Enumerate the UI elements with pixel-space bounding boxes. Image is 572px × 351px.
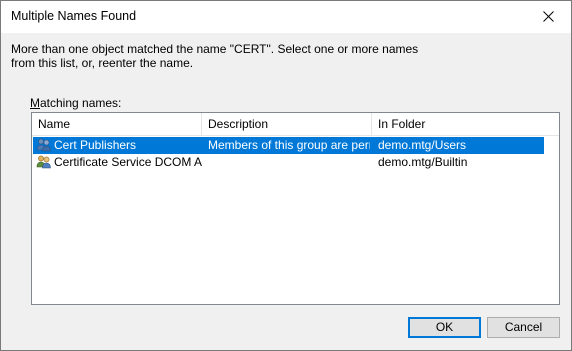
column-header-in-folder[interactable]: In Folder <box>372 113 544 135</box>
cell-description: Members of this group are perm... <box>208 138 370 152</box>
message-line-2: from this list, or, reenter the name. <box>11 56 194 70</box>
matching-label-text: atching names: <box>40 96 122 110</box>
close-button[interactable] <box>525 1 571 32</box>
column-header-description[interactable]: Description <box>202 113 372 135</box>
matching-names-label: Matching names: <box>30 96 121 110</box>
title-bar: Multiple Names Found <box>1 1 571 33</box>
row-name-text: Cert Publishers <box>54 138 137 152</box>
row-name-text: Certificate Service DCOM Ac... <box>54 155 202 169</box>
matching-names-list[interactable]: Name Description In Folder Cert Publishe… <box>31 112 560 305</box>
group-icon <box>36 137 52 153</box>
dialog-title: Multiple Names Found <box>11 9 137 23</box>
list-row-cert-publishers[interactable]: Cert Publishers Members of this group ar… <box>33 137 544 154</box>
cell-name: Certificate Service DCOM Ac... <box>36 154 202 171</box>
multiple-names-dialog: Multiple Names Found More than one objec… <box>0 0 572 351</box>
cell-folder: demo.mtg/Users <box>378 138 467 152</box>
matching-label-accelerator: M <box>30 96 40 110</box>
list-header: Name Description In Folder <box>32 113 559 136</box>
cell-name: Cert Publishers <box>36 137 202 154</box>
ok-button[interactable]: OK <box>408 317 481 338</box>
cancel-button[interactable]: Cancel <box>487 317 560 338</box>
list-row-certificate-service-dcom[interactable]: Certificate Service DCOM Ac... demo.mtg/… <box>33 154 544 171</box>
cell-description <box>208 154 370 171</box>
cell-folder: demo.mtg/Builtin <box>378 155 468 169</box>
message-line-1: More than one object matched the name "C… <box>11 42 419 56</box>
dialog-message: More than one object matched the name "C… <box>11 42 431 70</box>
column-header-name[interactable]: Name <box>32 113 202 135</box>
close-icon <box>542 11 554 22</box>
builtin-group-icon <box>36 154 52 170</box>
